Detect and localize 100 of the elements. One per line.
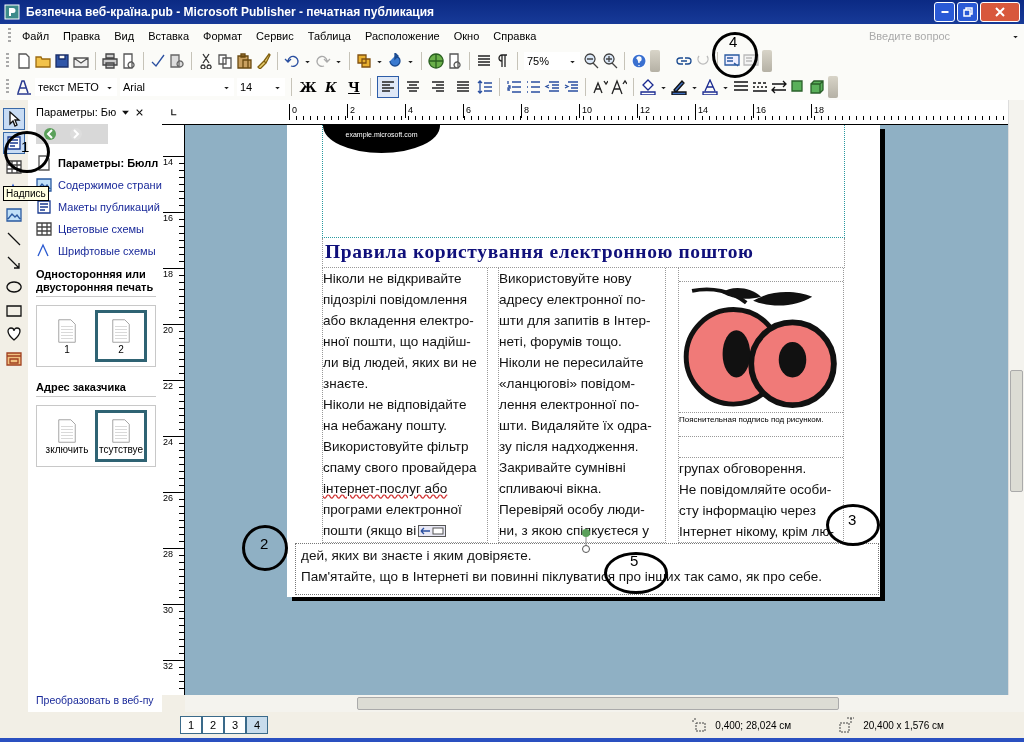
bullets-icon[interactable] <box>525 79 541 95</box>
menu-item[interactable]: Окно <box>446 30 487 42</box>
ruler-label: 16 <box>753 104 811 118</box>
task-pane-link[interactable]: Цветовые схемы <box>58 223 145 235</box>
annotation-number: 3 <box>848 514 857 526</box>
dash-style-icon[interactable] <box>752 79 768 95</box>
save-icon[interactable] <box>54 53 70 69</box>
layout-icon <box>36 199 52 215</box>
decrease-font-icon[interactable] <box>592 79 608 95</box>
text-frame-icon[interactable] <box>743 53 759 69</box>
zoom-dropdown[interactable]: 75% <box>524 52 580 70</box>
convert-link[interactable]: Преобразовать в веб-пу <box>36 694 162 706</box>
undo-icon[interactable] <box>284 53 300 69</box>
zoom-in-icon[interactable] <box>602 53 618 69</box>
numbering-icon[interactable] <box>506 79 522 95</box>
print-preview-icon[interactable] <box>121 53 137 69</box>
spelling-check-icon[interactable] <box>150 53 166 69</box>
italic-button[interactable]: К <box>321 77 341 97</box>
page-tab[interactable]: 1 <box>180 716 202 734</box>
cut-icon[interactable] <box>198 53 214 69</box>
ruler-label: 16 <box>163 212 184 268</box>
layers-icon[interactable] <box>356 53 372 69</box>
page-tab[interactable]: 4 <box>246 716 268 734</box>
task-pane-link[interactable]: Параметры: Бюлл <box>58 157 159 169</box>
increase-font-icon[interactable] <box>611 79 627 95</box>
body-text: Не повідомляйте особи- <box>679 481 832 499</box>
menu-item[interactable]: Правка <box>56 30 108 42</box>
body-text: сту інформацію через <box>679 502 816 520</box>
task-pane-link[interactable]: Содержимое страни <box>58 179 162 191</box>
section-heading: Адрес заказчика <box>36 381 156 397</box>
menu-item[interactable]: Вид <box>107 30 142 42</box>
styles-icon[interactable] <box>16 79 32 95</box>
zoom-out-icon[interactable] <box>583 53 599 69</box>
task-pane-title[interactable]: Параметры: Бю <box>36 106 117 118</box>
menu-item[interactable]: Расположение <box>357 30 447 42</box>
menu-item[interactable]: Формат <box>196 30 250 42</box>
decrease-indent-icon[interactable] <box>544 79 560 95</box>
annotation-number: 5 <box>630 555 639 567</box>
open-folder-icon[interactable] <box>35 53 51 69</box>
pointer-icon[interactable] <box>3 108 25 130</box>
restore-button[interactable] <box>957 2 978 22</box>
menu-item[interactable]: Таблица <box>300 30 358 42</box>
task-pane-link[interactable]: Шрифтовые схемы <box>58 245 156 257</box>
ruler-label: 22 <box>163 380 184 436</box>
ruler-label: 2 <box>347 104 405 118</box>
section-heading: Односторонняя или двусторонняя печать <box>36 268 156 297</box>
task-pane-link[interactable]: Макеты публикаций <box>58 201 160 213</box>
arrow-style-icon[interactable] <box>771 79 787 95</box>
vertical-scrollbar[interactable] <box>1008 100 1024 695</box>
layout-option[interactable]: тсутствуе <box>95 410 147 462</box>
tooltip: Надпись <box>3 186 49 201</box>
layout-option[interactable]: 2 <box>95 310 147 362</box>
format-painter-icon[interactable] <box>255 53 271 69</box>
bold-button[interactable]: Ж <box>298 77 318 97</box>
menu-item[interactable]: Справка <box>486 30 544 42</box>
font-dropdown[interactable]: Arial <box>120 78 234 96</box>
align-left-icon[interactable] <box>377 76 399 98</box>
back-icon[interactable] <box>42 126 58 142</box>
research-icon[interactable] <box>169 53 185 69</box>
web-preview-icon[interactable] <box>447 53 463 69</box>
menu-item[interactable]: Файл <box>15 30 57 42</box>
page-tab[interactable]: 3 <box>224 716 246 734</box>
ruler-label: 8 <box>521 104 579 118</box>
close-button[interactable] <box>980 2 1020 22</box>
print-icon[interactable] <box>102 53 118 69</box>
shadow-icon[interactable] <box>790 79 806 95</box>
columns-icon[interactable] <box>476 53 492 69</box>
minimize-button[interactable] <box>934 2 955 22</box>
font-size-dropdown[interactable]: 14 <box>237 78 285 96</box>
style-dropdown[interactable]: текст МЕТО <box>35 78 117 96</box>
annotation-circle <box>242 525 288 571</box>
font-color-icon[interactable] <box>702 79 718 95</box>
line-color-icon[interactable] <box>671 79 687 95</box>
annotation-circle <box>4 131 50 173</box>
fill-bucket-icon[interactable] <box>640 79 656 95</box>
ruler-label: 26 <box>163 492 184 548</box>
copy-icon[interactable] <box>217 53 233 69</box>
page-tab[interactable]: 2 <box>202 716 224 734</box>
increase-indent-icon[interactable] <box>563 79 579 95</box>
body-text: неті, форумів тощо. <box>499 333 622 351</box>
text-overflow-icon[interactable] <box>417 524 448 537</box>
body-text: пошти (якщо ві <box>323 522 417 540</box>
new-document-icon[interactable] <box>16 53 32 69</box>
body-text: знаєте. <box>323 375 369 393</box>
paste-icon[interactable] <box>236 53 252 69</box>
globe-icon[interactable] <box>428 53 444 69</box>
body-text: Ніколи не відповідайте <box>323 396 467 414</box>
menu-item[interactable]: Сервис <box>249 30 301 42</box>
underline-button[interactable]: Ч <box>344 77 364 97</box>
line-spacing-icon[interactable] <box>477 79 493 95</box>
body-text: ни, з якою спілкуєтеся у <box>499 522 649 540</box>
vertical-ruler[interactable]: 14 16 18 20 22 24 26 28 30 32 <box>162 125 185 695</box>
help-icon[interactable] <box>631 53 647 69</box>
3d-box-icon[interactable] <box>809 79 825 95</box>
horizontal-ruler[interactable]: 0 2 4 6 8 10 12 14 16 18 <box>185 100 1008 125</box>
close-icon <box>995 7 1005 17</box>
menu-item[interactable]: Вставка <box>141 30 196 42</box>
close-icon[interactable] <box>135 107 145 117</box>
tab-stop-icon[interactable] <box>169 107 178 117</box>
help-search-field[interactable]: Введите вопрос <box>867 29 1011 43</box>
